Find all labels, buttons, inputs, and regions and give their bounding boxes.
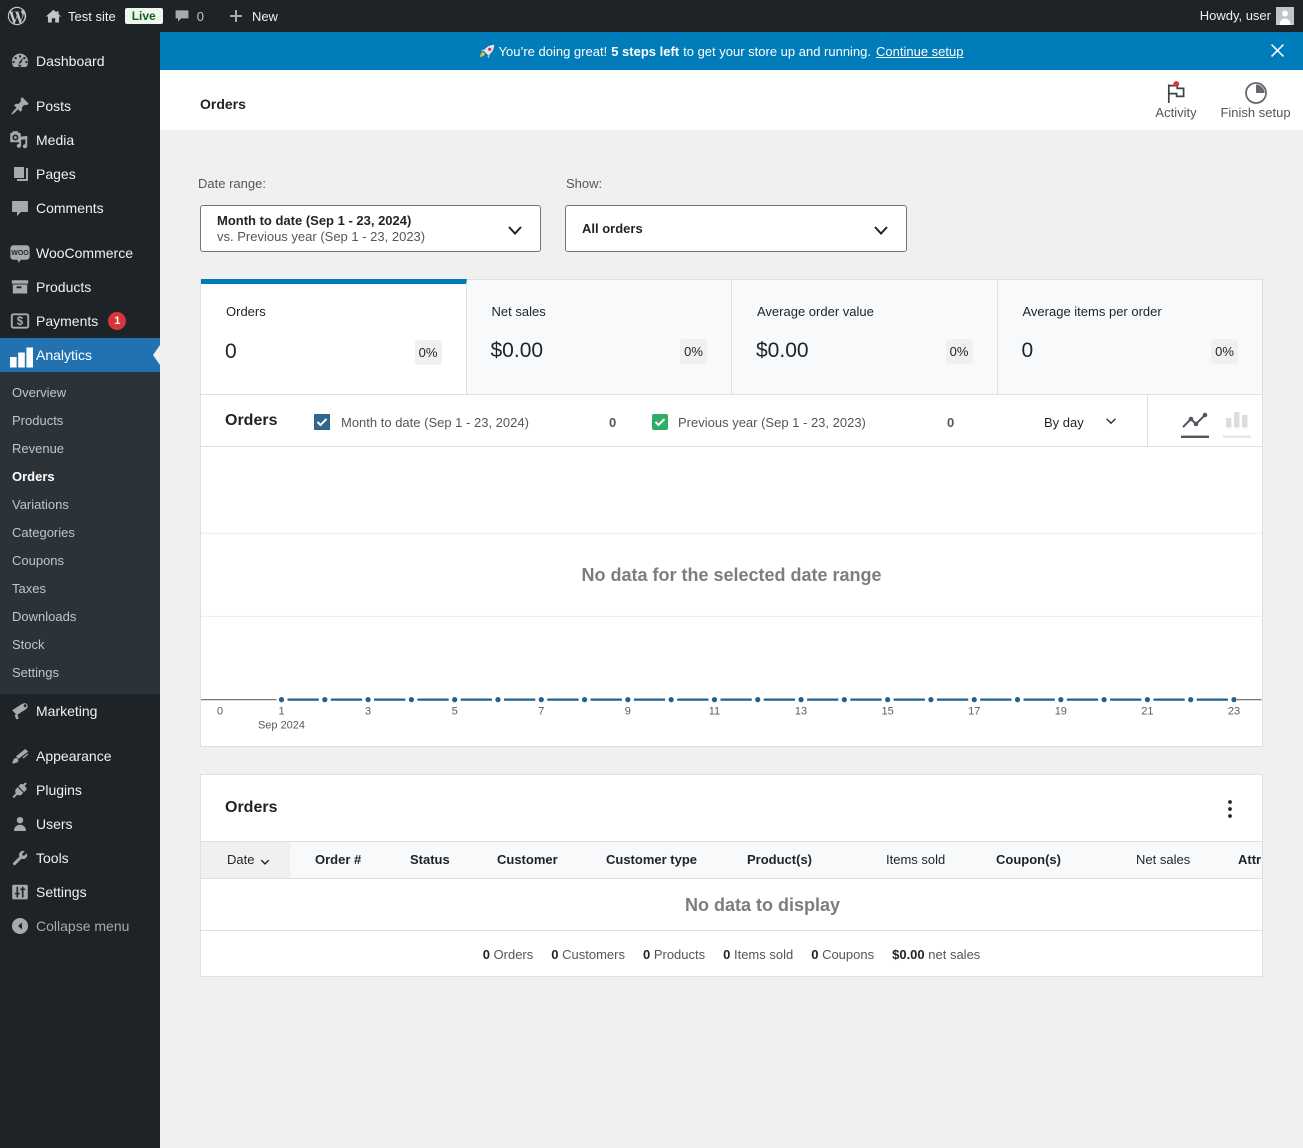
svg-text:1: 1	[278, 706, 284, 718]
svg-text:23: 23	[1228, 706, 1240, 718]
svg-text:7: 7	[538, 706, 544, 718]
svg-text:19: 19	[1055, 706, 1067, 718]
svg-text:WOO: WOO	[11, 250, 29, 257]
svg-text:Sep 2024: Sep 2024	[258, 720, 305, 732]
svg-text:21: 21	[1141, 706, 1153, 718]
svg-text:5: 5	[452, 706, 458, 718]
svg-text:11: 11	[709, 706, 720, 718]
svg-text:15: 15	[882, 706, 894, 718]
svg-text:0: 0	[217, 706, 223, 718]
svg-text:17: 17	[968, 706, 980, 718]
svg-text:9: 9	[625, 706, 631, 718]
svg-text:3: 3	[365, 706, 371, 718]
svg-text:13: 13	[795, 706, 807, 718]
svg-text:$: $	[17, 316, 24, 328]
